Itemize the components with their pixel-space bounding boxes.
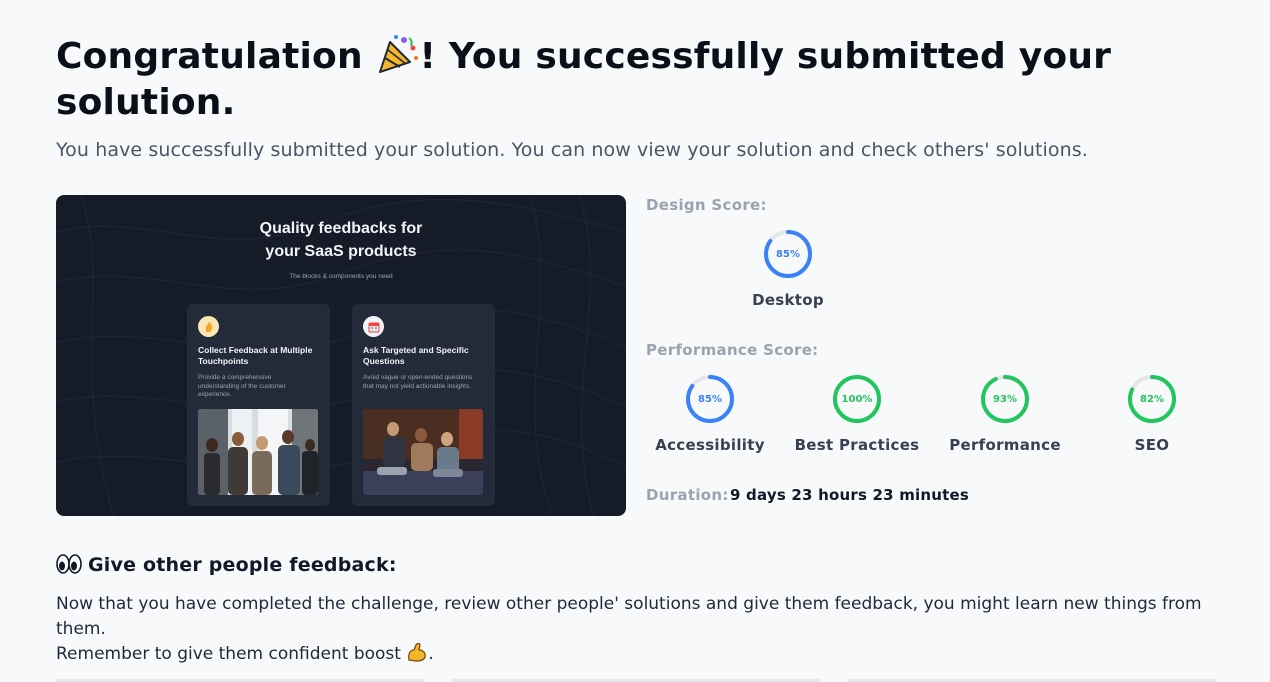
feedback-description: Now that you have completed the challeng… bbox=[56, 592, 1236, 667]
performance-label: Performance bbox=[949, 436, 1061, 454]
party-popper-icon bbox=[376, 34, 420, 74]
seo-label: SEO bbox=[1134, 436, 1170, 454]
preview-subheading: The blocks & components you need bbox=[289, 273, 393, 280]
feedback-line-2: Remember to give them confident boost . bbox=[56, 642, 1236, 667]
preview-heading-line2: your SaaS products bbox=[265, 243, 417, 260]
feature-card-description: Provide a comprehensive understanding of… bbox=[198, 374, 286, 398]
performance-gauge: 93% bbox=[979, 373, 1031, 425]
title-text-start: Congratulation bbox=[56, 36, 363, 77]
duration-label: Duration: bbox=[646, 486, 729, 504]
calendar-icon bbox=[363, 316, 384, 337]
best-practices-label: Best Practices bbox=[794, 436, 920, 454]
gauge-value: 100% bbox=[841, 393, 873, 405]
preview-heading: Quality feedbacks for your SaaS products bbox=[56, 217, 626, 263]
solution-preview-image[interactable]: Quality feedbacks for your SaaS products… bbox=[56, 195, 626, 516]
feedback-line-2-end: . bbox=[428, 644, 434, 664]
gauge-value: 93% bbox=[993, 393, 1017, 405]
page-title: Congratulation ! You successfully submit… bbox=[56, 34, 1116, 126]
preview-feature-card: Collect Feedback at Multiple Touchpoints… bbox=[187, 304, 330, 506]
feedback-heading: Give other people feedback: bbox=[56, 554, 397, 576]
accessibility-label: Accessibility bbox=[655, 436, 765, 454]
design-score-gauge: 85% bbox=[762, 228, 814, 280]
gauge-value: 85% bbox=[776, 248, 800, 260]
accessibility-gauge: 85% bbox=[684, 373, 736, 425]
design-score-label: Design Score: bbox=[646, 196, 767, 214]
feedback-line-1: Now that you have completed the challeng… bbox=[56, 594, 1202, 639]
feature-card-photo bbox=[363, 409, 483, 495]
flexed-biceps-icon bbox=[406, 642, 428, 662]
preview-feature-card: Ask Targeted and Specific Questions Avoi… bbox=[352, 304, 495, 506]
gauge-value: 85% bbox=[698, 393, 722, 405]
design-score-desktop-label: Desktop bbox=[752, 291, 824, 309]
best-practices-gauge: 100% bbox=[831, 373, 883, 425]
seo-gauge: 82% bbox=[1126, 373, 1178, 425]
eyes-icon bbox=[56, 554, 82, 574]
gauge-value: 82% bbox=[1140, 393, 1164, 405]
duration-value: 9 days 23 hours 23 minutes bbox=[730, 486, 969, 504]
feature-card-photo bbox=[198, 409, 318, 495]
feature-card-title: Collect Feedback at Multiple Touchpoints bbox=[198, 345, 313, 366]
feature-card-title: Ask Targeted and Specific Questions bbox=[363, 345, 469, 366]
hand-icon bbox=[198, 316, 219, 337]
submission-success-page: Congratulation ! You successfully submit… bbox=[0, 0, 1270, 682]
feedback-line-2-text: Remember to give them confident boost bbox=[56, 644, 401, 664]
page-subtitle: You have successfully submitted your sol… bbox=[56, 139, 1088, 161]
feedback-heading-text: Give other people feedback: bbox=[88, 554, 397, 576]
performance-score-label: Performance Score: bbox=[646, 341, 819, 359]
feature-card-description: Avoid vague or open-ended questions that… bbox=[363, 374, 473, 390]
preview-heading-line1: Quality feedbacks for bbox=[259, 220, 423, 237]
